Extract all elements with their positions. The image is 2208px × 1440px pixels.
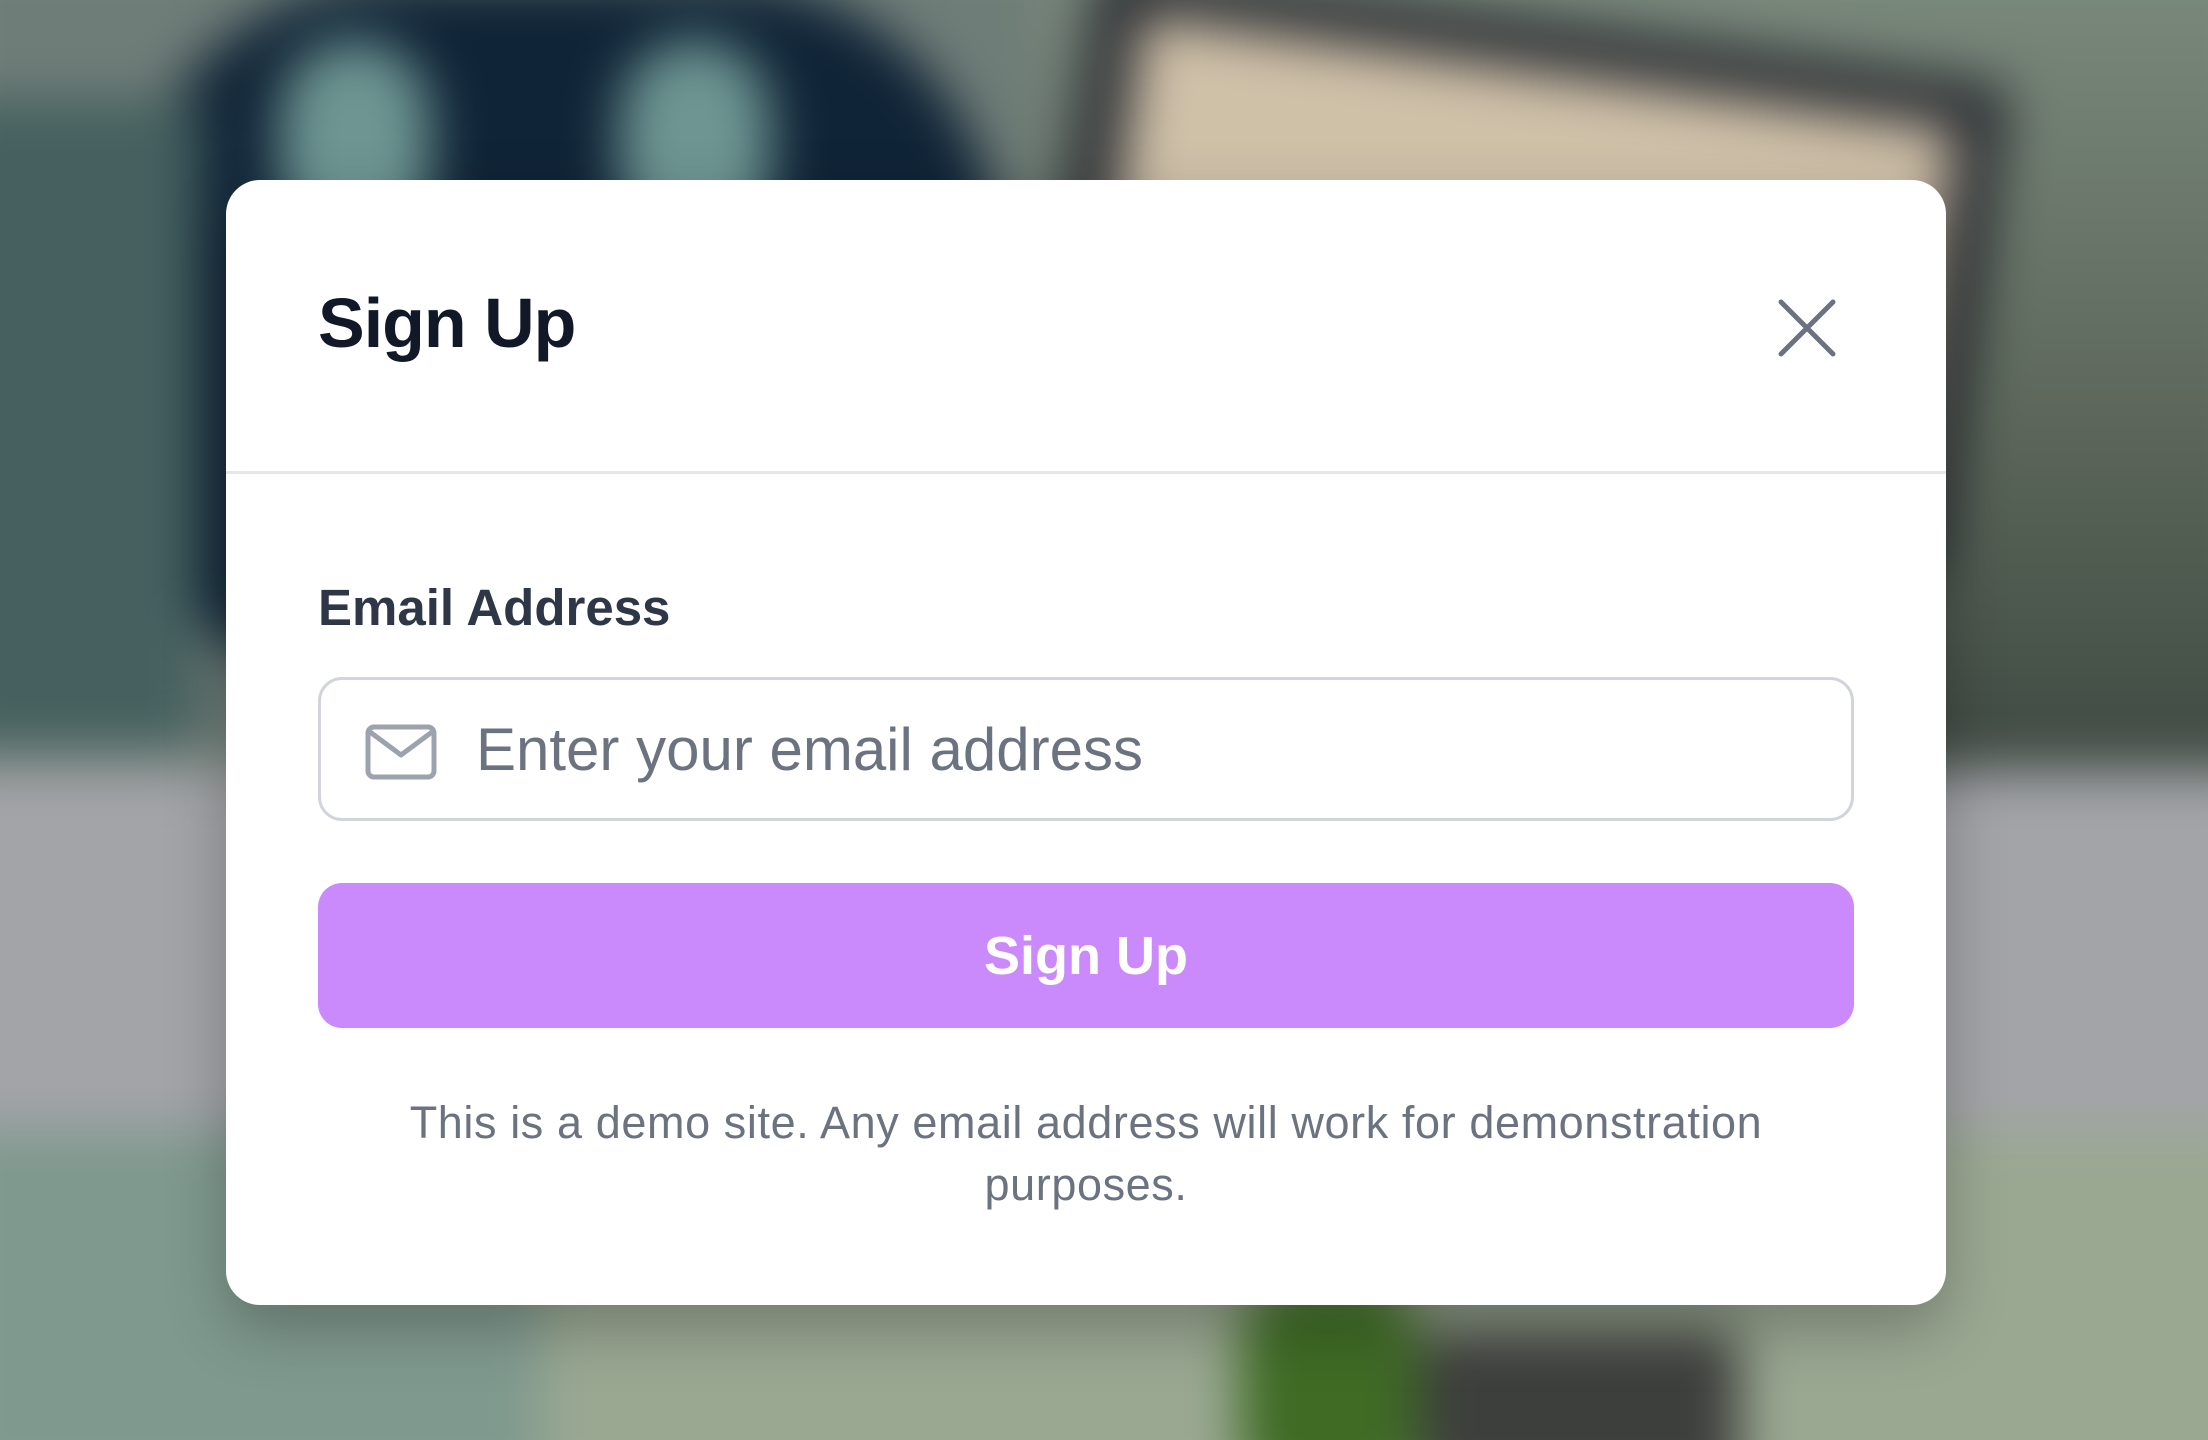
email-field[interactable]: [318, 677, 1854, 821]
sign-up-button[interactable]: Sign Up: [318, 883, 1854, 1028]
close-icon[interactable]: [1777, 298, 1837, 358]
close-button[interactable]: [1771, 292, 1843, 364]
sign-up-modal: Sign Up Email Address Sign Up This is a …: [226, 180, 1946, 1305]
email-label: Email Address: [318, 579, 671, 636]
modal-title: Sign Up: [318, 284, 576, 362]
email-input[interactable]: [476, 680, 1816, 818]
mail-icon: [365, 724, 437, 780]
modal-header: Sign Up: [226, 180, 1946, 474]
demo-disclaimer: This is a demo site. Any email address w…: [409, 1097, 1763, 1210]
